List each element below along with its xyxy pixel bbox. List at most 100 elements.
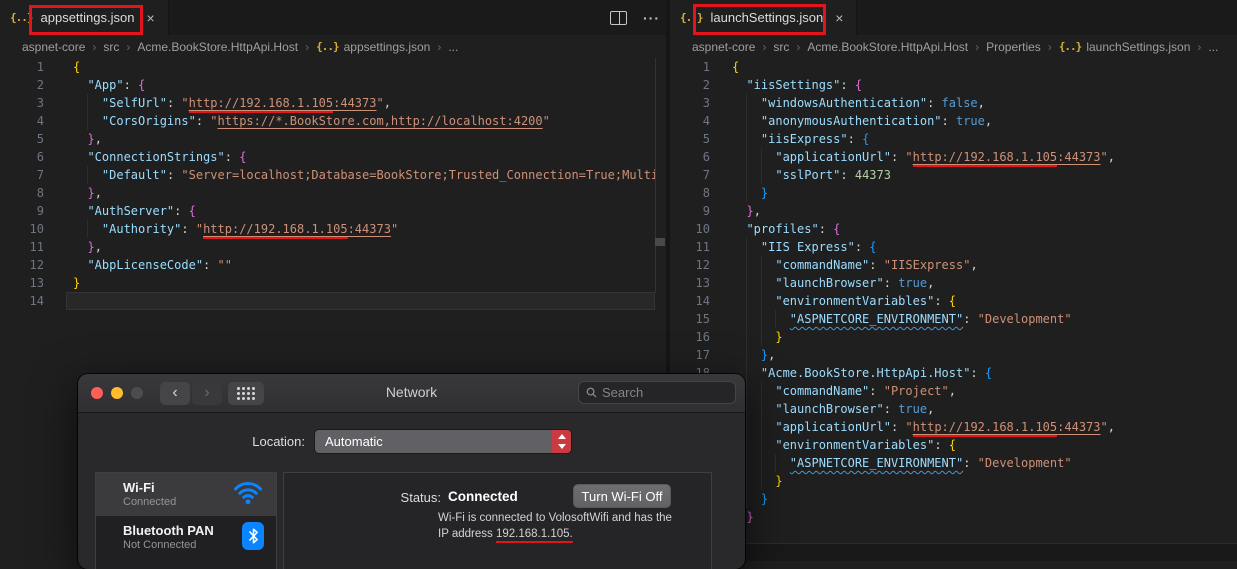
line-text: "commandName": "IISExpress", bbox=[775, 258, 978, 272]
code-line[interactable]: 13 "launchBrowser": true, bbox=[670, 274, 1237, 292]
code-line[interactable]: 4 "CorsOrigins": "https://*.BookStore.co… bbox=[0, 112, 655, 130]
breadcrumb-item[interactable]: Properties bbox=[986, 40, 1041, 54]
code-line[interactable]: 4 "anonymousAuthentication": true, bbox=[670, 112, 1237, 130]
breadcrumb-separator-icon: › bbox=[762, 39, 767, 54]
code-line[interactable]: 21 "applicationUrl": "http://192.168.1.1… bbox=[670, 418, 1237, 437]
code-line[interactable]: 5 }, bbox=[0, 130, 655, 148]
line-text: } bbox=[73, 276, 81, 290]
line-text: }, bbox=[746, 204, 761, 218]
code-line[interactable]: 16 } bbox=[670, 328, 1237, 346]
code-line[interactable]: 3 "windowsAuthentication": false, bbox=[670, 94, 1237, 112]
code-line[interactable]: 9 "AuthServer": { bbox=[0, 202, 655, 220]
tab-appsettings[interactable]: {..} appsettings.json × bbox=[0, 0, 169, 35]
code-line[interactable]: 12 "commandName": "IISExpress", bbox=[670, 256, 1237, 274]
window-titlebar[interactable]: ‹ › Network Search bbox=[78, 374, 745, 413]
breadcrumb-item[interactable]: {..} appsettings.json bbox=[316, 40, 430, 54]
tab-bar-left: {..} appsettings.json × bbox=[0, 0, 668, 35]
code-line[interactable]: 25 } bbox=[670, 490, 1237, 508]
split-editor-icon[interactable] bbox=[610, 10, 627, 25]
code-line[interactable]: 6 "applicationUrl": "http://192.168.1.10… bbox=[670, 148, 1237, 167]
scrollbar-thumb[interactable] bbox=[655, 238, 665, 246]
breadcrumb-item[interactable]: Acme.BookStore.HttpApi.Host bbox=[137, 40, 298, 54]
line-text: }, bbox=[87, 240, 102, 254]
code-line[interactable]: 2 "App": { bbox=[0, 76, 655, 94]
code-line[interactable]: 20 "launchBrowser": true, bbox=[670, 400, 1237, 418]
breadcrumb-separator-icon: › bbox=[92, 39, 97, 54]
wifi-description-line1: Wi-Fi is connected to VolosoftWifi and h… bbox=[438, 512, 672, 524]
code-line[interactable]: 1{ bbox=[670, 58, 1237, 76]
line-number: 4 bbox=[36, 114, 44, 128]
breadcrumb-item[interactable]: src bbox=[773, 40, 789, 54]
breadcrumb-item[interactable]: ... bbox=[448, 40, 458, 54]
close-icon[interactable]: × bbox=[832, 10, 846, 26]
code-line[interactable]: 11 }, bbox=[0, 238, 655, 256]
search-input[interactable]: Search bbox=[578, 381, 736, 404]
service-row-wifi[interactable]: Wi-Fi Connected bbox=[96, 473, 276, 516]
code-line[interactable]: 24 } bbox=[670, 472, 1237, 490]
code-line[interactable]: 18 "Acme.BookStore.HttpApi.Host": { bbox=[670, 364, 1237, 382]
line-text: "iisSettings": { bbox=[746, 78, 863, 92]
code-line[interactable]: 6 "ConnectionStrings": { bbox=[0, 148, 655, 166]
close-icon[interactable]: × bbox=[143, 10, 157, 26]
code-line[interactable]: 26 } bbox=[670, 508, 1237, 526]
line-text: "environmentVariables": { bbox=[775, 294, 956, 308]
breadcrumb-left: aspnet-core › src › Acme.BookStore.HttpApi.H… bbox=[0, 35, 668, 58]
code-line[interactable]: 9 }, bbox=[670, 202, 1237, 220]
code-line[interactable]: 3 "SelfUrl": "http://192.168.1.105:44373… bbox=[0, 94, 655, 113]
line-number: 2 bbox=[36, 78, 44, 92]
code-line[interactable]: 7 "sslPort": 44373 bbox=[670, 166, 1237, 184]
code-line[interactable]: 10 "Authority": "http://192.168.1.105:44… bbox=[0, 220, 655, 239]
line-text: "ASPNETCORE_ENVIRONMENT": "Development" bbox=[789, 456, 1072, 470]
code-area-launchsettings[interactable]: 1{2 "iisSettings": {3 "windowsAuthentica… bbox=[670, 58, 1237, 560]
line-number: 7 bbox=[702, 168, 710, 182]
line-text: "sslPort": 44373 bbox=[775, 168, 891, 182]
breadcrumb-item[interactable]: src bbox=[103, 40, 119, 54]
code-line[interactable]: 13} bbox=[0, 274, 655, 292]
tab-label: launchSettings.json bbox=[710, 10, 824, 25]
code-line[interactable]: 11 "IIS Express": { bbox=[670, 238, 1237, 256]
code-line[interactable]: 17 }, bbox=[670, 346, 1237, 364]
line-number: 8 bbox=[702, 186, 710, 200]
code-line[interactable]: 7 "Default": "Server=localhost;Database=… bbox=[0, 166, 655, 184]
code-line[interactable]: 10 "profiles": { bbox=[670, 220, 1237, 238]
code-line[interactable]: 8 }, bbox=[0, 184, 655, 202]
service-row-bluetooth-pan[interactable]: Bluetooth PAN Not Connected bbox=[96, 516, 276, 566]
breadcrumb-item[interactable]: Acme.BookStore.HttpApi.Host bbox=[807, 40, 968, 54]
code-line[interactable]: 2 "iisSettings": { bbox=[670, 76, 1237, 94]
breadcrumb-right: aspnet-core › src › Acme.BookStore.HttpApi.H… bbox=[670, 35, 1237, 58]
screen: {..} appsettings.json × ··· aspnet-core ›… bbox=[0, 0, 1237, 569]
code-line[interactable]: 15 "ASPNETCORE_ENVIRONMENT": "Developmen… bbox=[670, 310, 1237, 328]
editor-actions-left: ··· bbox=[610, 0, 660, 35]
line-text: "applicationUrl": "http://192.168.1.105:… bbox=[732, 148, 1115, 167]
editor-bottom-band bbox=[670, 543, 1237, 561]
tab-launchsettings[interactable]: {..} launchSettings.json × bbox=[670, 0, 858, 35]
code-line[interactable]: 22 "environmentVariables": { bbox=[670, 436, 1237, 454]
line-number: 5 bbox=[702, 132, 710, 146]
line-number: 17 bbox=[695, 348, 710, 362]
search-placeholder: Search bbox=[602, 385, 644, 400]
line-number: 16 bbox=[695, 330, 710, 344]
breadcrumb-item[interactable]: aspnet-core bbox=[22, 40, 85, 54]
line-text: "App": { bbox=[87, 78, 146, 92]
code-line[interactable]: 12 "AbpLicenseCode": "" bbox=[0, 256, 655, 274]
line-number: 7 bbox=[36, 168, 44, 182]
turn-wifi-off-button[interactable]: Turn Wi-Fi Off bbox=[573, 484, 671, 508]
code-line[interactable]: 23 "ASPNETCORE_ENVIRONMENT": "Developmen… bbox=[670, 454, 1237, 472]
location-dropdown[interactable]: Automatic bbox=[315, 430, 571, 453]
tab-bar-right: {..} launchSettings.json × bbox=[670, 0, 1237, 35]
breadcrumb-item[interactable]: aspnet-core bbox=[692, 40, 755, 54]
breadcrumb-item[interactable]: ... bbox=[1208, 40, 1218, 54]
search-icon bbox=[586, 387, 597, 398]
breadcrumb-separator-icon: › bbox=[1047, 39, 1052, 54]
line-number: 5 bbox=[36, 132, 44, 146]
json-file-icon: {..} bbox=[10, 11, 33, 24]
code-line[interactable]: 5 "iisExpress": { bbox=[670, 130, 1237, 148]
breadcrumb-item[interactable]: {..} launchSettings.json bbox=[1059, 40, 1191, 54]
more-actions-icon[interactable]: ··· bbox=[643, 11, 660, 25]
code-line[interactable]: 8 } bbox=[670, 184, 1237, 202]
line-text: "launchBrowser": true, bbox=[775, 402, 935, 416]
status-dot-red bbox=[105, 531, 115, 541]
code-line[interactable]: 19 "commandName": "Project", bbox=[670, 382, 1237, 400]
code-line[interactable]: 14 "environmentVariables": { bbox=[670, 292, 1237, 310]
code-line[interactable]: 1{ bbox=[0, 58, 655, 76]
